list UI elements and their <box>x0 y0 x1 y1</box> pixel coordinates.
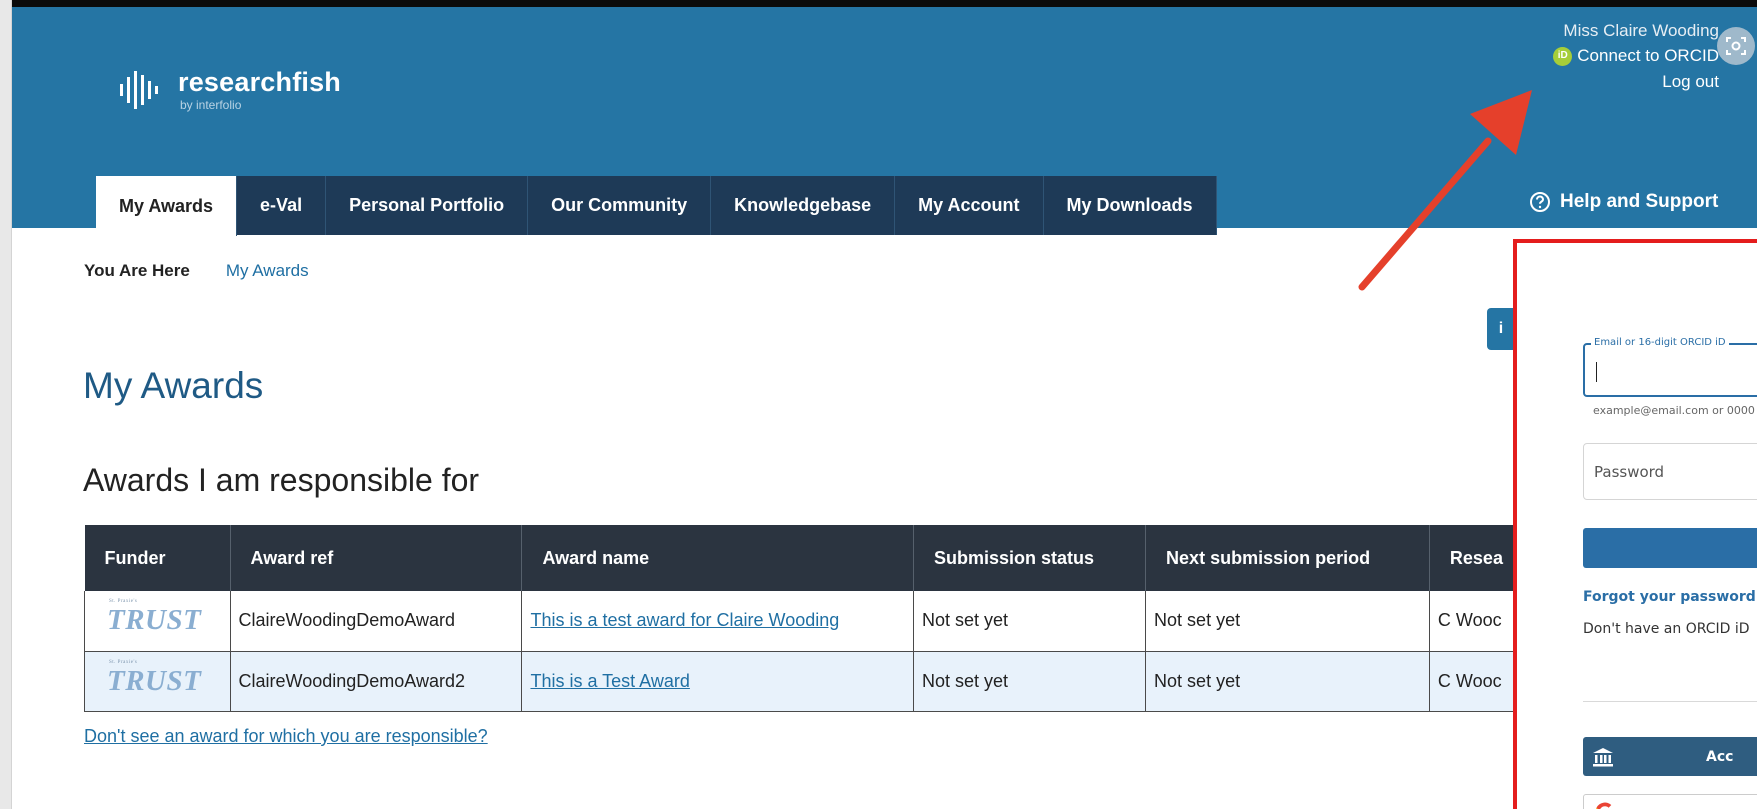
annotation-arrow-icon <box>1358 90 1532 291</box>
email-input-hint: example@email.com or 0000 <box>1593 404 1755 417</box>
google-signin-button[interactable] <box>1583 794 1757 809</box>
email-or-orcid-input[interactable]: Email or 16-digit ORCID iD <box>1583 337 1757 397</box>
institution-signin-label: Acc <box>1706 748 1734 765</box>
sign-in-button[interactable] <box>1583 528 1757 568</box>
institution-icon <box>1593 747 1613 766</box>
password-input[interactable]: Password <box>1583 443 1757 500</box>
divider <box>1583 701 1757 702</box>
google-icon <box>1596 802 1612 809</box>
no-orcid-text: Don't have an ORCID iD <box>1583 621 1750 637</box>
institution-signin-button[interactable]: Acc <box>1583 737 1757 776</box>
password-placeholder: Password <box>1594 463 1665 481</box>
orcid-signin-panel: Email or 16-digit ORCID iD example@email… <box>1513 239 1757 809</box>
email-input-label: Email or 16-digit ORCID iD <box>1591 337 1729 348</box>
forgot-password-link[interactable]: Forgot your password o <box>1583 589 1757 605</box>
text-cursor <box>1596 362 1597 382</box>
